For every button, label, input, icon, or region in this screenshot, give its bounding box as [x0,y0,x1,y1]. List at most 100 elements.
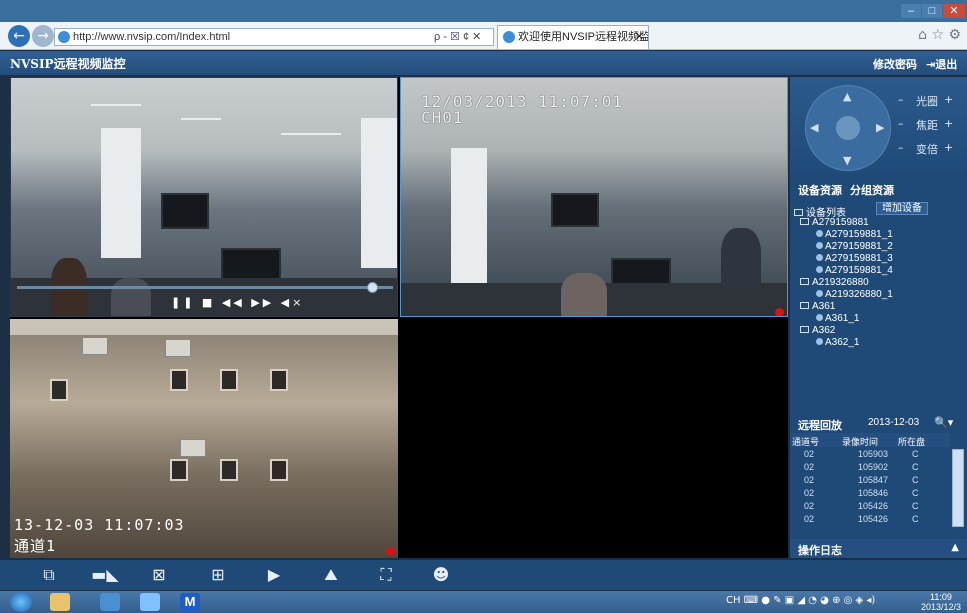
focus-minus-button[interactable]: – [898,117,904,130]
building-window [50,379,68,401]
tree-item[interactable]: A279159881_1 [816,229,893,240]
close-all-views-icon[interactable]: ⧉ [36,564,62,586]
browser-right-icons[interactable]: ⌂ ☆ ⚙ [918,27,961,43]
bottom-toolbar: ⧉ ▬◣ ⊠ ⊞ ▶ ⛰ ⛶ ☻ [0,560,967,590]
device-list-root[interactable]: 设备列表 [794,204,846,219]
ie-icon[interactable] [140,593,160,611]
ptz-down-icon[interactable]: ▼ [843,154,851,167]
language-indicator[interactable]: CH [726,595,741,606]
tree-item[interactable]: A362_1 [816,337,859,348]
progress-bar[interactable] [17,282,393,293]
tree-item-label: A279159881_3 [825,253,893,264]
clock[interactable]: 11:09 2013/12/3 [921,592,961,612]
table-row[interactable]: 02 105426 C [790,501,950,514]
ptz-joystick[interactable]: ▲ ▼ ◀ ▶ [805,85,891,171]
dvr-icon [800,278,809,285]
close-window-button[interactable]: ✕ [943,4,965,18]
person [561,273,607,316]
table-row[interactable]: 02 105847 C [790,475,950,488]
column-header: 通道号 [792,438,820,448]
app-header: NVSIP远程视频监控 修改密码 ⇥退出 [0,51,967,75]
iris-label: 光圈 [916,95,938,108]
system-tray[interactable]: CH ⌨ ● ✎ ▣ ◢ ◔ ◕ ⊕ ◎ ◈ ◂) [726,595,875,606]
tree-item-label: A219326880 [812,277,869,288]
clock-time: 11:09 [930,592,952,602]
search-icon[interactable]: 🔍▾ [934,416,953,429]
start-button[interactable] [10,592,32,612]
back-button[interactable]: ← [8,25,30,47]
tree-item[interactable]: A361_1 [816,313,859,324]
oplog-title: 操作日志 [798,544,842,557]
focus-control: – 焦距 + [898,117,964,133]
camera-icon [816,290,823,297]
users-icon[interactable]: ☻ [428,564,454,586]
ptz-right-icon[interactable]: ▶ [876,121,884,134]
table-row[interactable]: 02 105903 C [790,449,950,462]
minimize-button[interactable]: – [901,4,921,18]
forward-button[interactable]: → [32,25,54,47]
stop-record-icon[interactable]: ⊠ [144,564,174,586]
ptz-up-icon[interactable]: ▲ [843,90,851,103]
add-device-button[interactable]: 增加设备 [876,202,928,215]
tree-item[interactable]: A279159881_4 [816,265,893,276]
iris-plus-button[interactable]: + [944,93,953,106]
playback-icon[interactable]: ▶ [262,564,286,586]
camera-icon [816,254,823,261]
ptz-left-icon[interactable]: ◀ [810,121,818,134]
building-window [170,369,188,391]
column-header: 所在盘 [898,438,926,448]
record-indicator [775,308,784,316]
tab-group-resources[interactable]: 分组资源 [850,182,894,198]
taskbar: M CH ⌨ ● ✎ ▣ ◢ ◔ ◕ ⊕ ◎ ◈ ◂) 11:09 2013/1… [0,591,967,613]
progress-knob[interactable] [367,282,378,293]
tab-device-resources[interactable]: 设备资源 [798,182,842,198]
snapshot-icon[interactable]: ⛰ [318,564,344,586]
ptz-center-button[interactable] [836,116,860,140]
camera-view-3[interactable]: 13-12-03 11:07:03 通道1 [10,319,398,558]
focus-plus-button[interactable]: + [944,117,953,130]
camera-view-2[interactable]: 12/03/2013 11:07:01 CH01 [400,77,788,317]
iris-minus-button[interactable]: – [898,93,904,106]
tab-close-icon[interactable]: ✕ [635,26,644,48]
file-explorer-icon[interactable] [50,593,70,611]
camera-icon [816,266,823,273]
browser-tab[interactable]: 欢迎使用NVSIP远程视频监... ✕ [497,25,649,49]
operation-log-header[interactable]: 操作日志 ▲ [790,539,967,558]
tree-item[interactable]: A362 [800,325,835,336]
address-bar[interactable]: http://www.nvsip.com/Index.html [54,28,494,46]
playback-scrollbar[interactable] [952,449,964,527]
address-text: http://www.nvsip.com/Index.html [73,31,231,43]
tree-item[interactable]: A361 [800,301,835,312]
zoom-control: – 变倍 + [898,141,964,157]
building-window [220,459,238,481]
tree-item[interactable]: A219326880_1 [816,289,893,300]
ac-unit [180,439,206,457]
change-password-button[interactable]: 修改密码 [873,56,917,72]
table-row[interactable]: 02 105426 C [790,514,950,527]
zoom-plus-button[interactable]: + [944,141,953,154]
zoom-minus-button[interactable]: – [898,141,904,154]
app-icon[interactable]: M [180,593,200,611]
column-header: 录像时间 [842,438,879,448]
tree-item[interactable]: A219326880 [800,277,869,288]
chevron-up-icon[interactable]: ▲ [951,542,959,553]
address-tools[interactable]: ρ - ☒ ¢ ✕ [434,28,494,46]
camera-view-4[interactable] [400,319,788,558]
split-screen-icon[interactable]: ⊞ [205,564,231,586]
table-row[interactable]: 02 105902 C [790,462,950,475]
maximize-button[interactable]: □ [922,4,942,18]
osd-channel: 通道1 [14,537,57,555]
fullscreen-icon[interactable]: ⛶ [373,564,399,586]
media-player-icon[interactable] [100,593,120,611]
record-icon[interactable]: ▬◣ [90,564,120,586]
tree-item-label: A279159881_4 [825,265,893,276]
camera-view-1[interactable]: ❚❚ ■ ◀◀ ▶▶ ◀× [10,77,398,317]
zoom-label: 变倍 [916,143,938,156]
table-row[interactable]: 02 105846 C [790,488,950,501]
tree-item[interactable]: A279159881_2 [816,241,893,252]
tree-item[interactable]: A279159881_3 [816,253,893,264]
tree-item[interactable]: A279159881 [800,217,869,228]
logout-button[interactable]: ⇥退出 [926,56,957,72]
playback-date-field[interactable]: 2013-12-03 [868,417,919,428]
playback-buttons[interactable]: ❚❚ ■ ◀◀ ▶▶ ◀× [171,296,304,309]
